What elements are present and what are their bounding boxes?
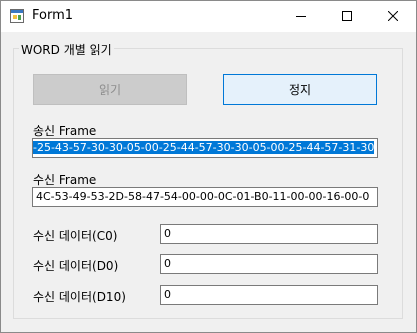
app-icon — [10, 9, 24, 23]
window-title: Form1 — [32, 8, 74, 23]
stop-button[interactable]: 정지 — [223, 74, 377, 105]
recv-frame-label: 수신 Frame — [33, 173, 97, 187]
close-button[interactable] — [370, 1, 416, 32]
data-d10-field[interactable]: 0 — [160, 285, 378, 305]
recv-frame-field[interactable]: 4C-53-49-53-2D-58-47-54-00-00-0C-01-B0-1… — [32, 187, 378, 207]
data-c0-label: 수신 데이터(C0) — [33, 229, 118, 243]
read-button[interactable]: 읽기 — [33, 74, 187, 105]
send-frame-field[interactable]: -25-43-57-30-30-05-00-25-44-57-30-30-05-… — [32, 138, 378, 158]
send-frame-value: -25-43-57-30-30-05-00-25-44-57-30-30-05-… — [33, 141, 375, 154]
form-window: Form1 WORD 개별 읽기 읽기 정지 송신 Frame -25-43-5… — [0, 0, 417, 333]
data-c0-field[interactable]: 0 — [160, 224, 378, 244]
data-d0-field[interactable]: 0 — [160, 254, 378, 274]
title-bar[interactable]: Form1 — [1, 1, 416, 32]
maximize-button[interactable] — [324, 1, 370, 32]
maximize-icon — [342, 10, 352, 24]
minimize-icon — [296, 10, 306, 24]
data-d10-label: 수신 데이터(D10) — [33, 290, 126, 304]
data-d0-label: 수신 데이터(D0) — [33, 259, 119, 273]
close-icon — [387, 10, 399, 24]
send-frame-label: 송신 Frame — [33, 124, 97, 138]
minimize-button[interactable] — [278, 1, 324, 32]
groupbox-title: WORD 개별 읽기 — [19, 41, 114, 58]
